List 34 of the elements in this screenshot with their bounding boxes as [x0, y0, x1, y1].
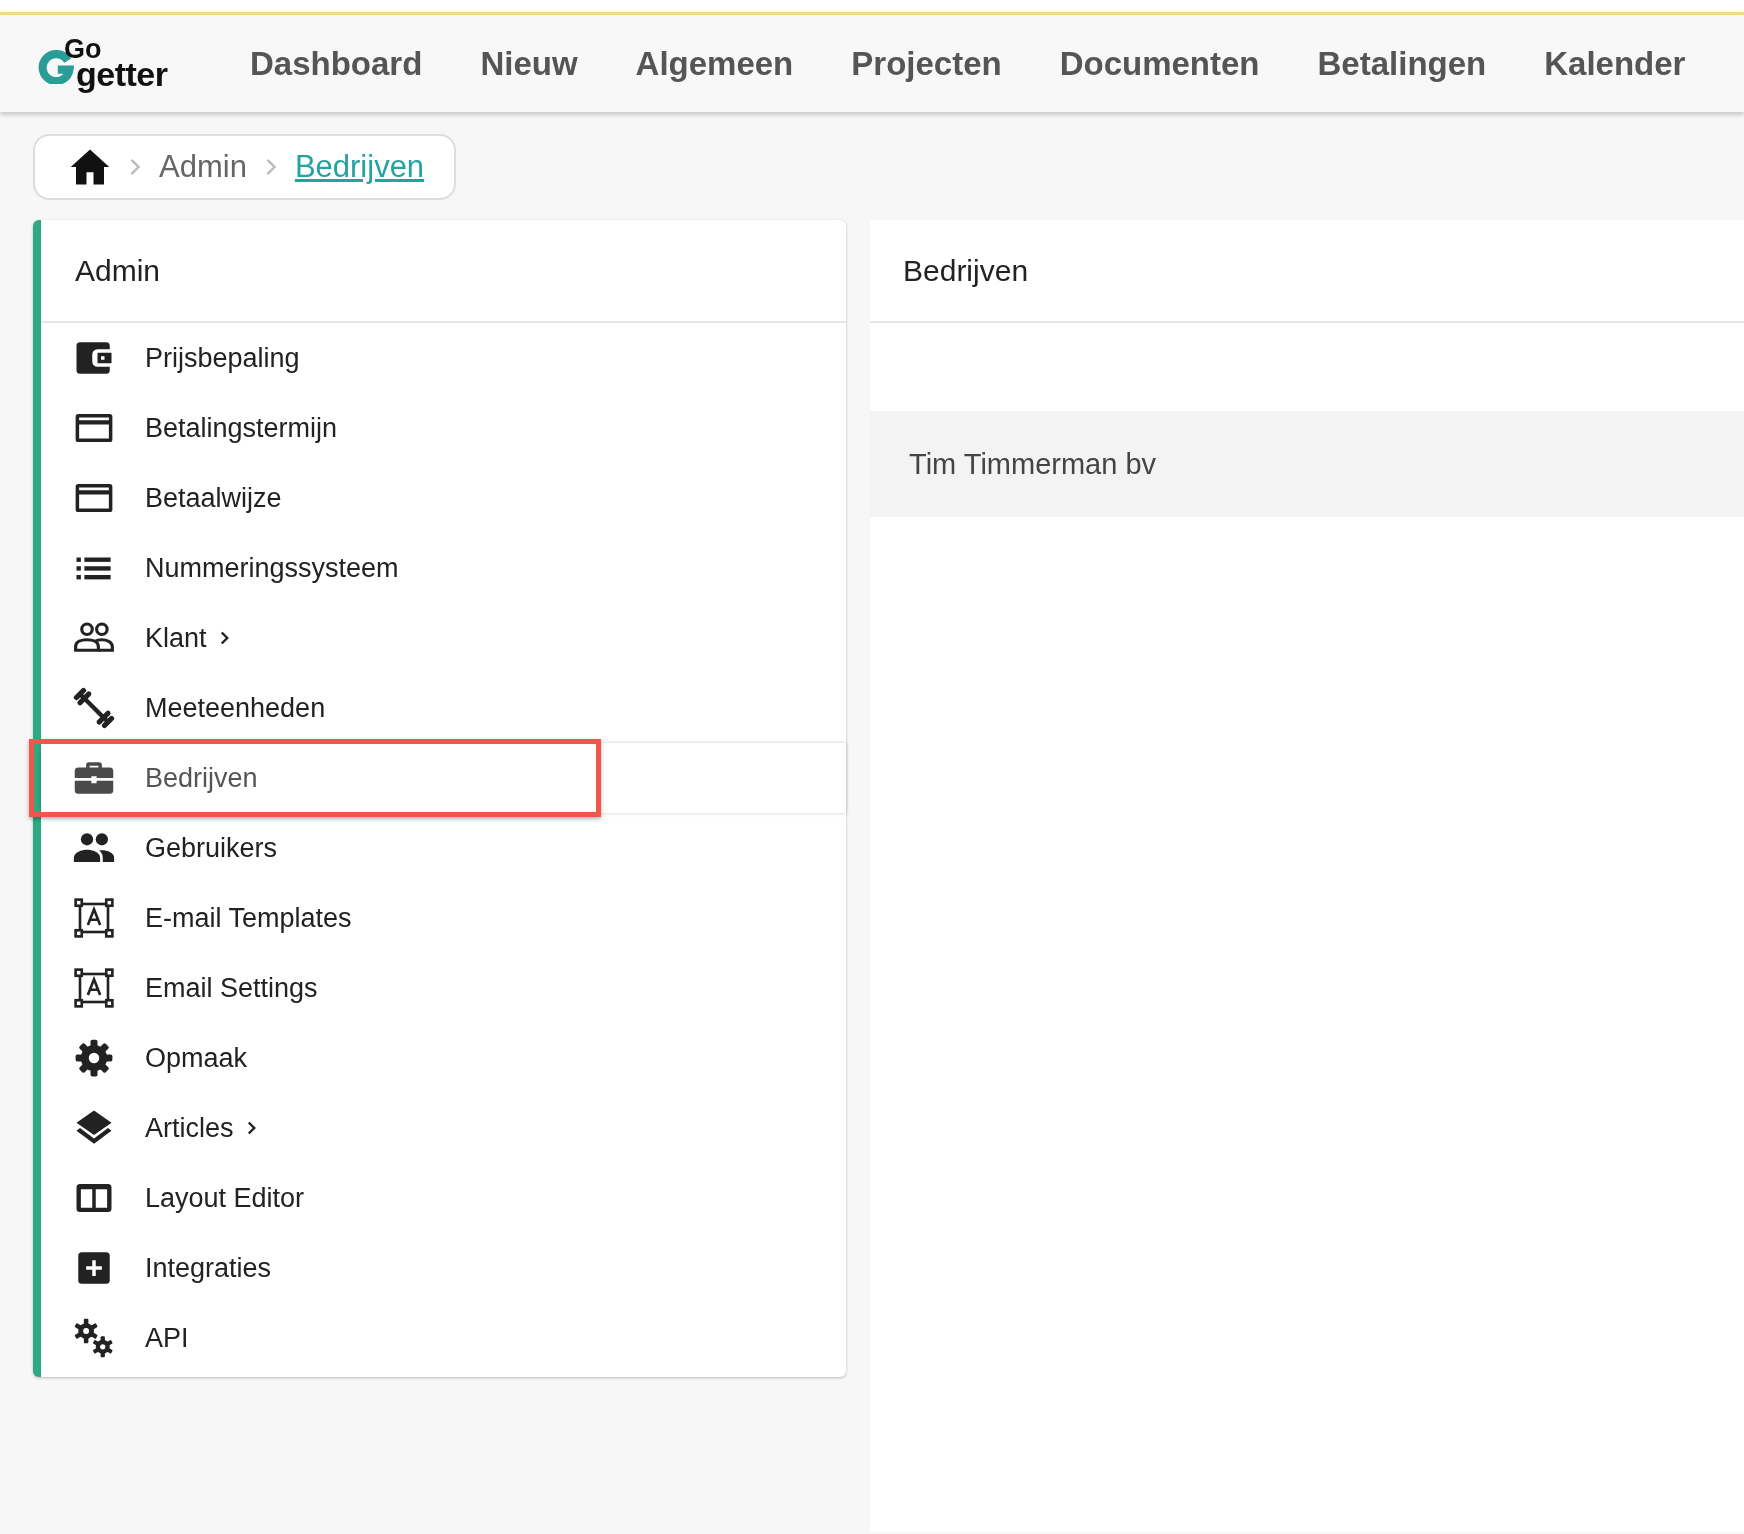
sidebar-item[interactable]: Integraties	[41, 1233, 846, 1303]
sidebar-item[interactable]: Articles	[41, 1093, 846, 1163]
dumbbell-icon	[73, 687, 115, 729]
chevron-right-icon	[264, 157, 277, 177]
nav-link[interactable]: Nieuw	[480, 44, 578, 83]
text-frame-icon	[73, 897, 115, 939]
logo[interactable]: Go getter	[38, 33, 188, 94]
sidebar-item[interactable]: Gebruikers	[41, 813, 846, 883]
nav-link[interactable]: Dashboard	[250, 44, 423, 83]
breadcrumb-link[interactable]: Admin	[159, 149, 247, 185]
company-row[interactable]: Tim Timmerman bv	[870, 411, 1744, 517]
sidebar-item[interactable]: Prijsbepaling	[41, 323, 846, 393]
sidebar-item[interactable]: Nummeringssysteem	[41, 533, 846, 603]
nav-link[interactable]: Projecten	[851, 44, 1002, 83]
sidebar-item[interactable]: API	[41, 1303, 846, 1373]
gears-icon	[73, 1317, 115, 1359]
sidebar-item[interactable]: E-mail Templates	[41, 883, 846, 953]
panel-title: Bedrijven	[903, 253, 1029, 288]
sidebar-item[interactable]: Betalingstermijn	[41, 393, 846, 463]
sidebar-item[interactable]: Klant	[41, 603, 846, 673]
nav-link[interactable]: Kalender	[1544, 44, 1686, 83]
settings-icon	[73, 1037, 115, 1079]
nav-link[interactable]: Betalingen	[1317, 44, 1487, 83]
nav-link[interactable]: Documenten	[1059, 44, 1260, 83]
sidebar-item[interactable]: Meeteenheden	[41, 673, 846, 743]
nav-link[interactable]: Algemeen	[635, 44, 794, 83]
chevron-right-icon	[129, 157, 141, 177]
sidebar-item[interactable]: Layout Editor	[41, 1163, 846, 1233]
sidebar-title: Admin	[75, 253, 161, 288]
sidebar-item[interactable]: Email Settings	[41, 953, 846, 1023]
sidebar-item[interactable]: Bedrijven	[41, 743, 846, 813]
text-frame-icon	[73, 967, 115, 1009]
sidebar-item[interactable]: Betaalwijze	[41, 463, 846, 533]
sidebar-item[interactable]: Opmaak	[41, 1023, 846, 1093]
